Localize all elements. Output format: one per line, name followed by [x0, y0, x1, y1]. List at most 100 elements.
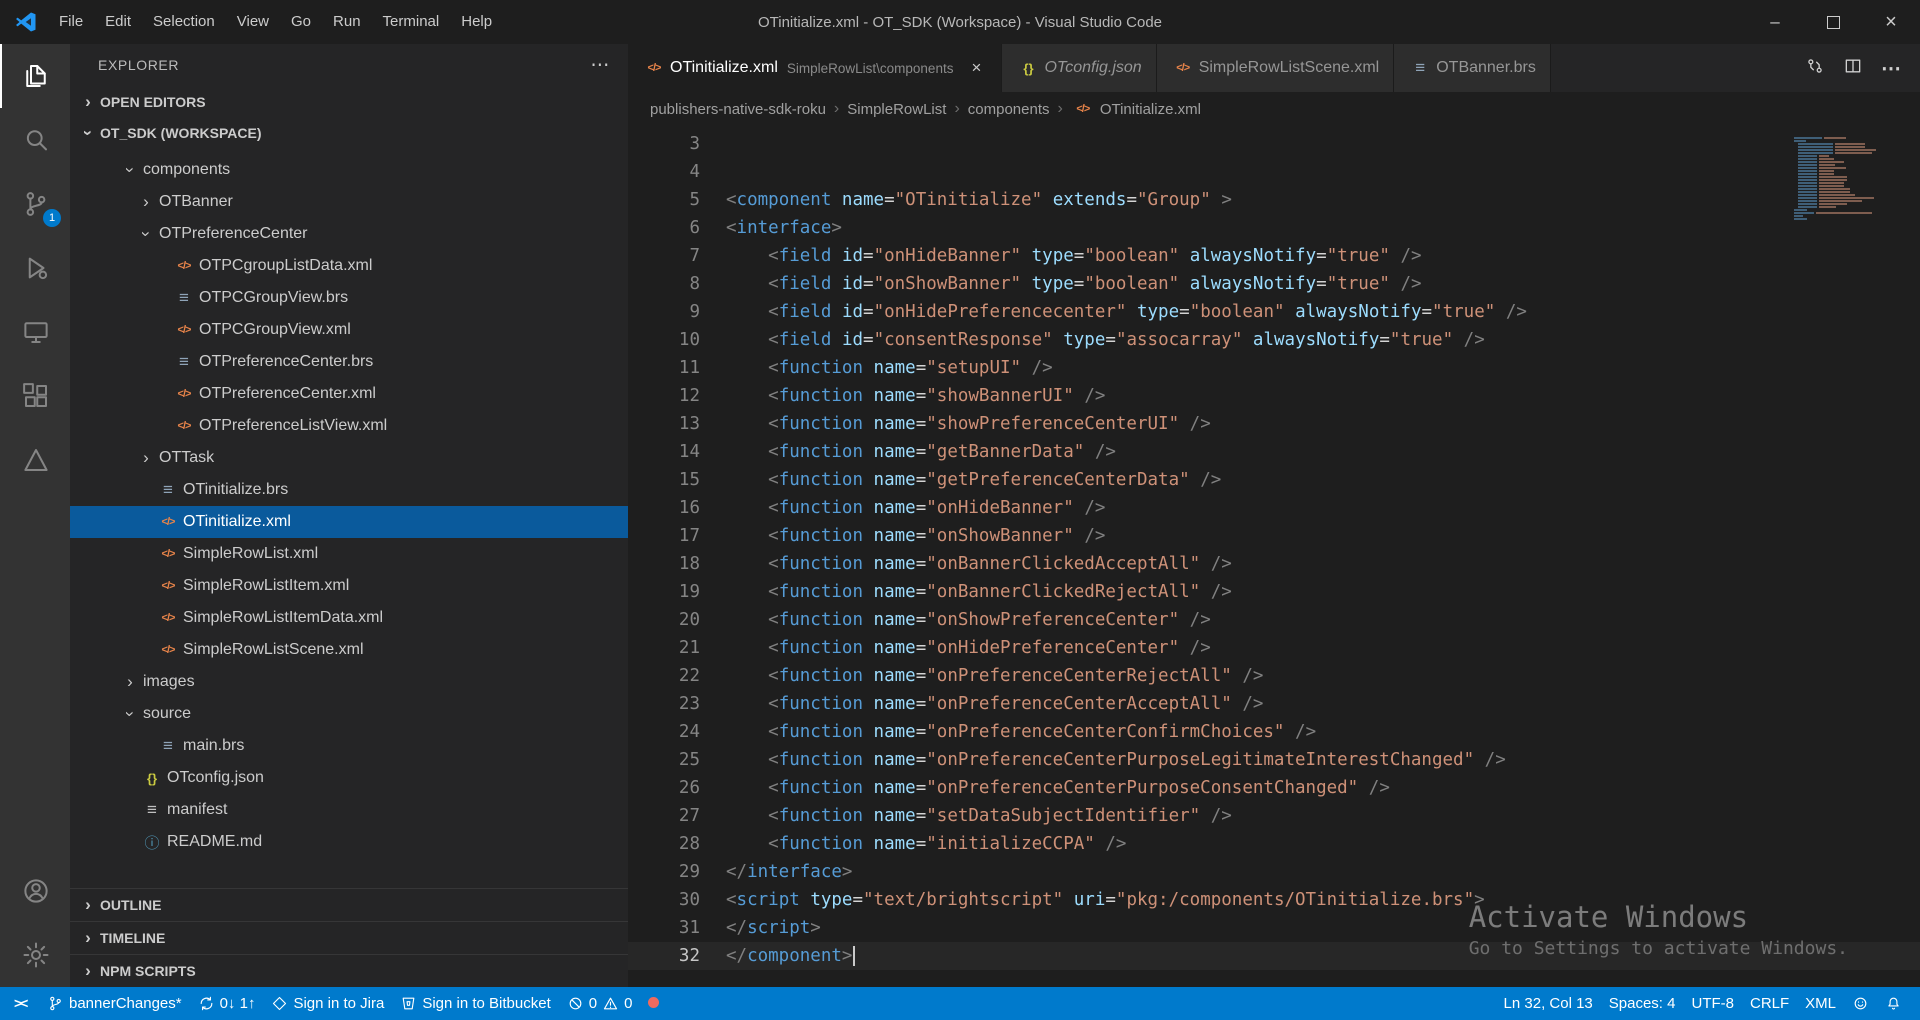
code-line[interactable]: 32</component>: [628, 942, 1920, 970]
explorer-more-actions-icon[interactable]: ⋯: [590, 54, 610, 77]
git-branch-status[interactable]: bannerChanges*: [39, 987, 190, 1020]
code-line[interactable]: 11 <function name="setupUI" />: [628, 354, 1920, 382]
extension-status[interactable]: [640, 987, 673, 1020]
code-line[interactable]: 30<script type="text/brightscript" uri="…: [628, 886, 1920, 914]
jira-signin[interactable]: Sign in to Jira: [263, 987, 392, 1020]
code-line[interactable]: 6<interface>: [628, 214, 1920, 242]
code-line[interactable]: 15 <function name="getPreferenceCenterDa…: [628, 466, 1920, 494]
menu-edit[interactable]: Edit: [94, 0, 142, 44]
menu-terminal[interactable]: Terminal: [372, 0, 451, 44]
activity-extensions[interactable]: [0, 364, 70, 428]
activity-accounts[interactable]: [0, 859, 70, 923]
code-line[interactable]: 17 <function name="onShowBanner" />: [628, 522, 1920, 550]
activity-explorer[interactable]: [0, 44, 70, 108]
activity-remote-explorer[interactable]: [0, 300, 70, 364]
feedback[interactable]: [1844, 987, 1877, 1020]
tree-item-OTPreferenceListView.xml[interactable]: </>OTPreferenceListView.xml: [70, 410, 628, 442]
bitbucket-signin[interactable]: Sign in to Bitbucket: [392, 987, 558, 1020]
tree-item-README.md[interactable]: ⓘREADME.md: [70, 826, 628, 858]
section-npm-scripts[interactable]: ›NPM SCRIPTS: [70, 954, 628, 987]
code-line[interactable]: 26 <function name="onPreferenceCenterPur…: [628, 774, 1920, 802]
menu-run[interactable]: Run: [322, 0, 372, 44]
code-line[interactable]: 4: [628, 158, 1920, 186]
code-line[interactable]: 16 <function name="onHideBanner" />: [628, 494, 1920, 522]
workspace-section[interactable]: › OT_SDK (WORKSPACE): [70, 117, 628, 148]
code-line[interactable]: 27 <function name="setDataSubjectIdentif…: [628, 802, 1920, 830]
code-line[interactable]: 21 <function name="onHidePreferenceCente…: [628, 634, 1920, 662]
code-line[interactable]: 20 <function name="onShowPreferenceCente…: [628, 606, 1920, 634]
code-line[interactable]: 19 <function name="onBannerClickedReject…: [628, 578, 1920, 606]
minimize-button[interactable]: [1746, 0, 1804, 44]
tree-item-OTconfig.json[interactable]: {}OTconfig.json: [70, 762, 628, 794]
tree-item-OTBanner[interactable]: ›OTBanner: [70, 186, 628, 218]
code-line[interactable]: 12 <function name="showBannerUI" />: [628, 382, 1920, 410]
breadcrumb-item[interactable]: publishers-native-sdk-roku: [650, 101, 826, 118]
menu-selection[interactable]: Selection: [142, 0, 226, 44]
code-line[interactable]: 24 <function name="onPreferenceCenterCon…: [628, 718, 1920, 746]
maximize-button[interactable]: [1804, 0, 1862, 44]
code-line[interactable]: 13 <function name="showPreferenceCenterU…: [628, 410, 1920, 438]
open-editors-section[interactable]: › OPEN EDITORS: [70, 86, 628, 117]
section-timeline[interactable]: ›TIMELINE: [70, 921, 628, 954]
tree-item-components[interactable]: ›components: [70, 154, 628, 186]
tree-item-SimpleRowListItem.xml[interactable]: </>SimpleRowListItem.xml: [70, 570, 628, 602]
activity-search[interactable]: [0, 108, 70, 172]
tree-item-OTPCGroupView.brs[interactable]: ≡OTPCGroupView.brs: [70, 282, 628, 314]
encoding[interactable]: UTF-8: [1683, 987, 1742, 1020]
activity-custom-extension[interactable]: [0, 428, 70, 492]
close-button[interactable]: [1862, 0, 1920, 44]
breadcrumb-item[interactable]: </>OTinitialize.xml: [1071, 101, 1201, 118]
tree-item-SimpleRowListScene.xml[interactable]: </>SimpleRowListScene.xml: [70, 634, 628, 666]
code-line[interactable]: 18 <function name="onBannerClickedAccept…: [628, 550, 1920, 578]
tree-item-OTPreferenceCenter.brs[interactable]: ≡OTPreferenceCenter.brs: [70, 346, 628, 378]
tree-item-OTPreferenceCenter.xml[interactable]: </>OTPreferenceCenter.xml: [70, 378, 628, 410]
tree-item-OTTask[interactable]: ›OTTask: [70, 442, 628, 474]
code-line[interactable]: 5<component name="OTinitialize" extends=…: [628, 186, 1920, 214]
code-line[interactable]: 14 <function name="getBannerData" />: [628, 438, 1920, 466]
tree-item-SimpleRowListItemData.xml[interactable]: </>SimpleRowListItemData.xml: [70, 602, 628, 634]
tab-SimpleRowListScene.xml[interactable]: </>SimpleRowListScene.xml: [1157, 44, 1395, 92]
activity-run-and-debug[interactable]: [0, 236, 70, 300]
tree-item-OTinitialize.brs[interactable]: ≡OTinitialize.brs: [70, 474, 628, 506]
breadcrumb-item[interactable]: components: [968, 101, 1050, 118]
menu-help[interactable]: Help: [450, 0, 503, 44]
tree-item-OTinitialize.xml[interactable]: </>OTinitialize.xml: [70, 506, 628, 538]
activity-source-control[interactable]: 1: [0, 172, 70, 236]
menu-view[interactable]: View: [226, 0, 280, 44]
tree-item-images[interactable]: ›images: [70, 666, 628, 698]
language-mode[interactable]: XML: [1797, 987, 1844, 1020]
tree-item-OTPCGroupView.xml[interactable]: </>OTPCGroupView.xml: [70, 314, 628, 346]
code-line[interactable]: 22 <function name="onPreferenceCenterRej…: [628, 662, 1920, 690]
tree-item-main.brs[interactable]: ≡main.brs: [70, 730, 628, 762]
code-line[interactable]: 28 <function name="initializeCCPA" />: [628, 830, 1920, 858]
open-changes-button[interactable]: [1798, 51, 1832, 85]
close-icon[interactable]: ×: [965, 58, 987, 78]
tree-item-OTPreferenceCenter[interactable]: ›OTPreferenceCenter: [70, 218, 628, 250]
tab-OTconfig.json[interactable]: {}OTconfig.json: [1002, 44, 1156, 92]
menu-go[interactable]: Go: [280, 0, 322, 44]
tab-OTinitialize.xml[interactable]: </>OTinitialize.xmlSimpleRowList\compone…: [628, 44, 1002, 92]
tree-item-manifest[interactable]: ≡manifest: [70, 794, 628, 826]
split-editor-button[interactable]: [1836, 51, 1870, 85]
tree-item-source[interactable]: ›source: [70, 698, 628, 730]
code-line[interactable]: 10 <field id="consentResponse" type="ass…: [628, 326, 1920, 354]
section-outline[interactable]: ›OUTLINE: [70, 888, 628, 921]
code-line[interactable]: 3: [628, 130, 1920, 158]
problems-indicator[interactable]: 00: [559, 987, 641, 1020]
code-line[interactable]: 9 <field id="onHidePreferencecenter" typ…: [628, 298, 1920, 326]
activity-settings[interactable]: [0, 923, 70, 987]
cursor-position[interactable]: Ln 32, Col 13: [1496, 987, 1601, 1020]
menu-file[interactable]: File: [48, 0, 94, 44]
code-line[interactable]: 23 <function name="onPreferenceCenterAcc…: [628, 690, 1920, 718]
remote-window-indicator[interactable]: ><: [6, 987, 39, 1020]
code-line[interactable]: 7 <field id="onHideBanner" type="boolean…: [628, 242, 1920, 270]
tab-OTBanner.brs[interactable]: ≡OTBanner.brs: [1394, 44, 1551, 92]
eol-sequence[interactable]: CRLF: [1742, 987, 1797, 1020]
indentation[interactable]: Spaces: 4: [1601, 987, 1684, 1020]
breadcrumb-item[interactable]: SimpleRowList: [847, 101, 946, 118]
minimap[interactable]: [1794, 130, 1904, 220]
notifications[interactable]: [1877, 987, 1910, 1020]
code-line[interactable]: 8 <field id="onShowBanner" type="boolean…: [628, 270, 1920, 298]
git-sync-status[interactable]: 0↓ 1↑: [190, 987, 264, 1020]
code-line[interactable]: 31</script>: [628, 914, 1920, 942]
